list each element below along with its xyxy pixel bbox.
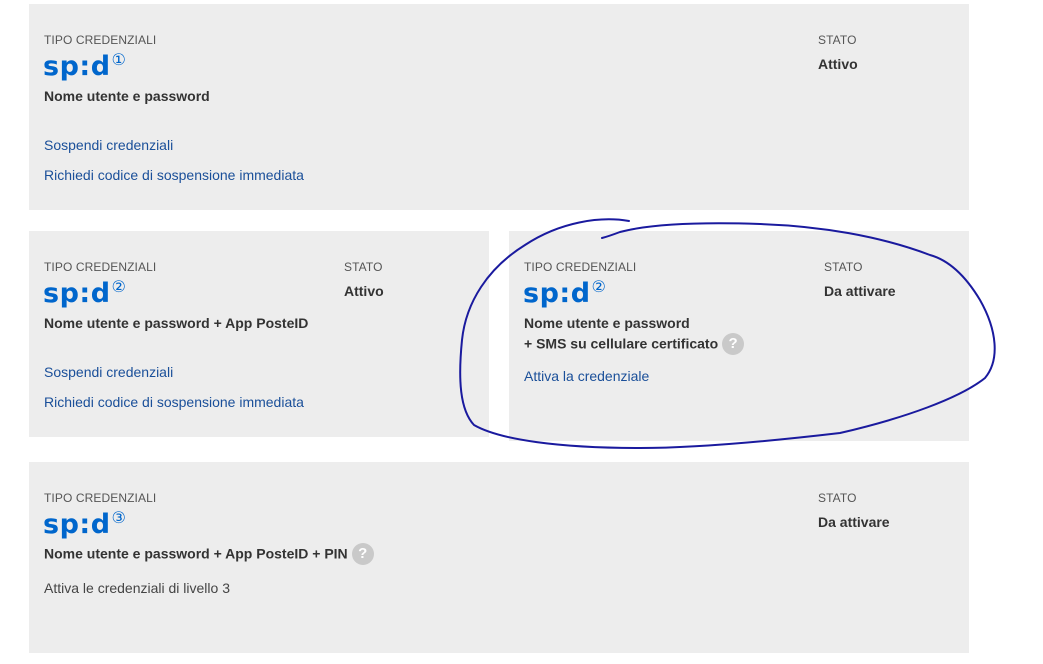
level-1-icon: ①	[111, 50, 126, 69]
credential-description-line1: Nome utente e password	[524, 315, 690, 331]
credential-description-line2: + SMS su cellulare certificato?	[524, 333, 745, 356]
spid-logo-level-2: sp:d②	[43, 277, 126, 309]
credential-card-spid2-app: TIPO CREDENZIALI sp:d② Nome utente e pas…	[29, 231, 489, 437]
credential-card-spid1: TIPO CREDENZIALI sp:d① Nome utente e pas…	[29, 4, 969, 210]
credential-card-spid2-sms: TIPO CREDENZIALI sp:d② Nome utente e pas…	[509, 231, 969, 441]
credential-description: Nome utente e password	[44, 88, 210, 104]
credential-description: Nome utente e password + App PosteID	[44, 315, 309, 331]
credential-card-spid3: TIPO CREDENZIALI sp:d③ Nome utente e pas…	[29, 462, 969, 653]
spid-logo-level-1: sp:d①	[43, 50, 126, 82]
help-icon[interactable]: ?	[351, 543, 374, 565]
credential-description-text: Nome utente e password + App PosteID + P…	[44, 545, 348, 562]
level-2-icon: ②	[111, 277, 126, 296]
suspend-credentials-link[interactable]: Sospendi credenziali	[44, 137, 173, 153]
status-label: STATO	[818, 491, 857, 505]
level-3-icon: ③	[111, 508, 126, 527]
status-label: STATO	[818, 33, 857, 47]
spid-logo-mark: sp:d	[43, 509, 111, 540]
spid-logo-level-3: sp:d③	[43, 508, 126, 540]
spid-logo-mark: sp:d	[43, 278, 111, 309]
spid-logo-mark: sp:d	[43, 51, 111, 82]
activate-credential-link[interactable]: Attiva la credenziale	[524, 368, 649, 384]
spid-logo-mark: sp:d	[523, 278, 591, 309]
type-label: TIPO CREDENZIALI	[44, 491, 157, 505]
help-icon[interactable]: ?	[722, 333, 745, 355]
status-label: STATO	[344, 260, 383, 274]
spid-logo-level-2: sp:d②	[523, 277, 606, 309]
level-2-icon: ②	[591, 277, 606, 296]
status-label: STATO	[824, 260, 863, 274]
activate-level3-note: Attiva le credenziali di livello 3	[44, 580, 230, 596]
status-value: Da attivare	[818, 514, 890, 530]
status-value: Da attivare	[824, 283, 896, 299]
request-suspension-code-link[interactable]: Richiedi codice di sospensione immediata	[44, 394, 304, 410]
suspend-credentials-link[interactable]: Sospendi credenziali	[44, 364, 173, 380]
status-value: Attivo	[344, 283, 384, 299]
request-suspension-code-link[interactable]: Richiedi codice di sospensione immediata	[44, 167, 304, 183]
type-label: TIPO CREDENZIALI	[44, 260, 157, 274]
credential-description-line2-text: + SMS su cellulare certificato	[524, 335, 719, 352]
type-label: TIPO CREDENZIALI	[524, 260, 637, 274]
status-value: Attivo	[818, 56, 858, 72]
type-label: TIPO CREDENZIALI	[44, 33, 157, 47]
credential-description: Nome utente e password + App PosteID + P…	[44, 543, 374, 566]
